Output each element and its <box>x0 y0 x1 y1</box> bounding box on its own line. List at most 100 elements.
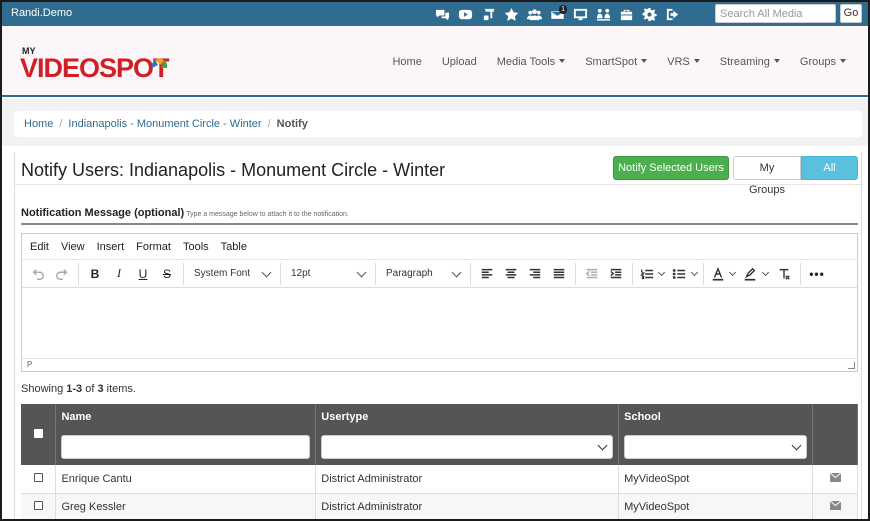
menu-format[interactable]: Format <box>136 241 177 253</box>
editor-menubar: Edit View Insert Format Tools Table <box>22 234 857 260</box>
clear-formatting-icon[interactable] <box>772 263 796 285</box>
user-type: District Administrator <box>315 493 620 519</box>
top-icon-bar: 1 <box>433 5 682 23</box>
element-path[interactable]: P <box>27 360 32 369</box>
more-icon[interactable]: ••• <box>805 263 829 285</box>
nav-streaming[interactable]: Streaming <box>710 56 790 68</box>
redo-icon[interactable] <box>50 263 74 285</box>
column-header-name[interactable]: Name <box>55 404 317 429</box>
page-title: Notify Users: Indianapolis - Monument Ci… <box>21 160 446 180</box>
go-button[interactable]: Go <box>840 4 862 23</box>
breadcrumb-wrapper: Home / Indianapolis - Monument Circle - … <box>2 99 868 146</box>
table-row: Greg Kessler District Administrator MyVi… <box>21 493 858 519</box>
nav-media-tools[interactable]: Media Tools <box>487 56 576 68</box>
text-color-icon[interactable] <box>708 263 728 285</box>
undo-icon[interactable] <box>26 263 50 285</box>
numbered-list-icon[interactable] <box>637 263 657 285</box>
nav-vrs[interactable]: VRS <box>657 56 710 68</box>
bullet-list-icon[interactable] <box>668 263 690 285</box>
toolbox-icon[interactable] <box>617 5 636 23</box>
notify-panel: Notify Users: Indianapolis - Monument Ci… <box>14 152 863 519</box>
indent-icon[interactable] <box>604 263 628 285</box>
username[interactable]: Randi.Demo <box>11 7 72 19</box>
name-filter-cell <box>55 429 317 465</box>
breadcrumb-current: Notify <box>276 118 308 130</box>
chevron-down-icon[interactable] <box>728 268 737 276</box>
underline-icon[interactable]: U <box>131 263 155 285</box>
strikethrough-icon[interactable]: S <box>155 263 179 285</box>
nav-upload[interactable]: Upload <box>432 56 487 68</box>
app-window: Randi.Demo 1 Go MY VIDEOSPOT Home <box>0 0 870 521</box>
caret-down-icon <box>641 59 648 63</box>
nav-groups[interactable]: Groups <box>790 56 856 68</box>
chat-icon[interactable] <box>433 5 452 23</box>
myvideospot-logo[interactable]: MY VIDEOSPOT <box>20 44 195 82</box>
highlight-color-icon[interactable] <box>739 263 761 285</box>
italic-icon[interactable]: I <box>107 263 131 285</box>
users-icon[interactable] <box>525 5 544 23</box>
share-screen-icon[interactable] <box>594 5 613 23</box>
chevron-down-icon[interactable] <box>657 268 666 276</box>
monitor-icon[interactable] <box>571 5 590 23</box>
logout-icon[interactable] <box>663 5 682 23</box>
align-right-icon[interactable] <box>523 263 547 285</box>
gear-icon[interactable] <box>640 5 659 23</box>
chevron-down-icon <box>791 440 802 451</box>
outdent-icon[interactable] <box>580 263 604 285</box>
align-justify-icon[interactable] <box>547 263 571 285</box>
star-icon[interactable] <box>502 5 521 23</box>
site-header: MY VIDEOSPOT Home Upload Media Tools Sma… <box>2 26 868 97</box>
chevron-down-icon <box>451 267 462 277</box>
user-school: MyVideoSpot <box>618 465 813 494</box>
all-users-button[interactable]: All Users <box>801 156 858 196</box>
row-checkbox[interactable] <box>33 501 43 510</box>
font-size-select[interactable]: 12pt <box>285 263 371 285</box>
select-all-checkbox[interactable] <box>33 428 43 438</box>
chevron-down-icon[interactable] <box>690 268 699 276</box>
editor-statusbar: P <box>22 358 857 371</box>
notification-message-label: Notification Message (optional) Type a me… <box>21 207 349 219</box>
editor-toolbar: B I U S System Font 12pt Paragraph ••• <box>22 260 857 288</box>
usertype-filter-cell <box>315 429 620 465</box>
resize-handle-icon[interactable] <box>848 362 855 369</box>
envelope-icon[interactable] <box>829 472 841 485</box>
main-nav: Home Upload Media Tools SmartSpot VRS St… <box>382 56 856 68</box>
menu-tools[interactable]: Tools <box>183 241 215 253</box>
bold-icon[interactable]: B <box>83 263 107 285</box>
row-checkbox[interactable] <box>33 472 43 482</box>
divider <box>15 184 863 185</box>
breadcrumb-home[interactable]: Home <box>24 118 53 130</box>
mail-icon[interactable]: 1 <box>548 5 567 23</box>
menu-view[interactable]: View <box>61 241 91 253</box>
search-input[interactable] <box>715 4 836 23</box>
nav-smartspot[interactable]: SmartSpot <box>575 56 657 68</box>
school-filter-cell <box>618 429 813 465</box>
my-groups-button[interactable]: My Groups <box>733 156 801 196</box>
message-edit-area[interactable] <box>22 288 857 358</box>
chevron-down-icon[interactable] <box>761 268 770 276</box>
usertype-filter-select[interactable] <box>321 435 614 459</box>
caret-down-icon <box>559 59 566 63</box>
user-name: Greg Kessler <box>55 493 317 519</box>
notify-selected-users-button[interactable]: Notify Selected Users <box>613 156 729 180</box>
name-filter-input[interactable] <box>61 435 311 459</box>
font-family-select[interactable]: System Font <box>188 263 276 285</box>
youtube-icon[interactable] <box>456 5 475 23</box>
table-row: Enrique Cantu District Administrator MyV… <box>21 465 858 494</box>
breadcrumb-media[interactable]: Indianapolis - Monument Circle - Winter <box>68 118 261 130</box>
divider <box>21 223 858 225</box>
menu-table[interactable]: Table <box>221 241 253 253</box>
column-header-school[interactable]: School <box>618 404 813 429</box>
envelope-icon[interactable] <box>829 500 841 513</box>
nav-home[interactable]: Home <box>382 56 431 68</box>
chevron-down-icon <box>597 440 608 451</box>
music-icon[interactable] <box>479 5 498 23</box>
column-header-usertype[interactable]: Usertype <box>315 404 620 429</box>
menu-edit[interactable]: Edit <box>30 241 55 253</box>
align-left-icon[interactable] <box>475 263 499 285</box>
align-center-icon[interactable] <box>499 263 523 285</box>
rich-text-editor: Edit View Insert Format Tools Table B I … <box>21 233 858 372</box>
menu-insert[interactable]: Insert <box>97 241 131 253</box>
school-filter-select[interactable] <box>624 435 807 459</box>
block-format-select[interactable]: Paragraph <box>380 263 466 285</box>
